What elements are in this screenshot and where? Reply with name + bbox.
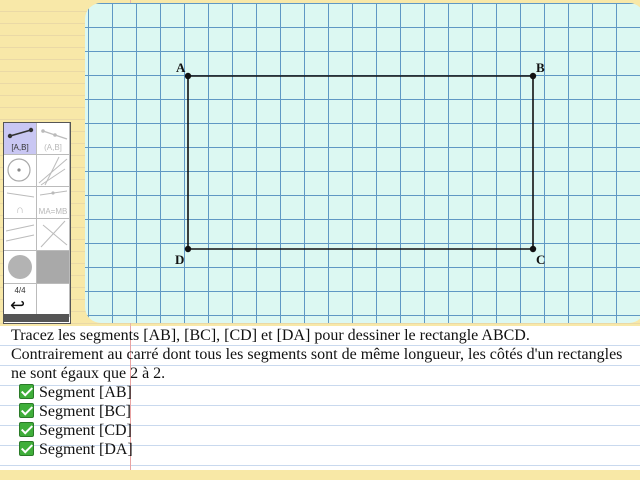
tool-segment[interactable]: [A,B] (4, 123, 37, 155)
tool-circle[interactable] (4, 155, 37, 187)
drawing-canvas[interactable]: A B C D (85, 3, 640, 323)
point-b-label: B (536, 60, 545, 75)
task-label: Segment [CD] (39, 422, 132, 439)
tool-segment-label: [A,B] (11, 143, 29, 152)
tool-midpoint-label: MA=MB (38, 207, 68, 216)
instruction-text: Tracez les segments [AB], [BC], [CD] et … (11, 326, 636, 383)
tool-intersection-label: ∩ (16, 204, 24, 216)
tool-palette: [A,B] (A,B] ∩ MA=MB 4/4 ↩ (3, 122, 71, 324)
tool-fill[interactable] (37, 251, 70, 284)
point-c-label: C (536, 252, 545, 267)
undo-button[interactable]: 4/4 ↩ (4, 284, 37, 317)
check-icon (19, 403, 34, 418)
point-a-label: A (176, 60, 186, 75)
tool-lines[interactable] (37, 155, 70, 187)
tool-parallel[interactable] (4, 219, 37, 251)
circle-icon (7, 158, 31, 182)
instruction-line-1: Tracez les segments [AB], [BC], [CD] et … (11, 327, 530, 344)
tool-ray[interactable]: (A,B] (37, 123, 70, 155)
point-d-label: D (175, 252, 184, 267)
tool-ray-label: (A,B] (44, 143, 62, 152)
tool-empty (37, 284, 70, 317)
tool-perpendicular[interactable] (37, 219, 70, 251)
parallel-icon (5, 224, 35, 242)
note-bottom-edge (0, 470, 640, 480)
instruction-panel: Tracez les segments [AB], [BC], [CD] et … (0, 326, 640, 480)
task-item: Segment [CD] (19, 421, 132, 440)
undo-icon: ↩ (10, 295, 26, 315)
geometry-figure[interactable]: A B C D (85, 3, 640, 323)
task-item: Segment [BC] (19, 402, 131, 421)
task-label: Segment [AB] (39, 384, 132, 401)
task-item: Segment [AB] (19, 383, 132, 402)
point-d[interactable] (184, 245, 192, 253)
perpendicular-icon (40, 220, 68, 248)
tool-color[interactable] (4, 251, 37, 284)
task-label: Segment [BC] (39, 403, 131, 420)
tool-midpoint[interactable]: MA=MB (37, 187, 70, 219)
check-icon (19, 384, 34, 399)
lines-icon (38, 156, 68, 186)
task-label: Segment [DA] (39, 441, 133, 458)
check-icon (19, 441, 34, 456)
page-indicator: 4/4 (14, 286, 26, 295)
point-a[interactable] (184, 72, 192, 80)
tool-palette-footer (3, 314, 69, 322)
check-icon (19, 422, 34, 437)
instruction-line-2: Contrairement au carré dont tous les seg… (11, 346, 623, 382)
task-item: Segment [DA] (19, 440, 133, 459)
color-circle-icon (8, 255, 32, 279)
tool-intersection[interactable]: ∩ (4, 187, 37, 219)
